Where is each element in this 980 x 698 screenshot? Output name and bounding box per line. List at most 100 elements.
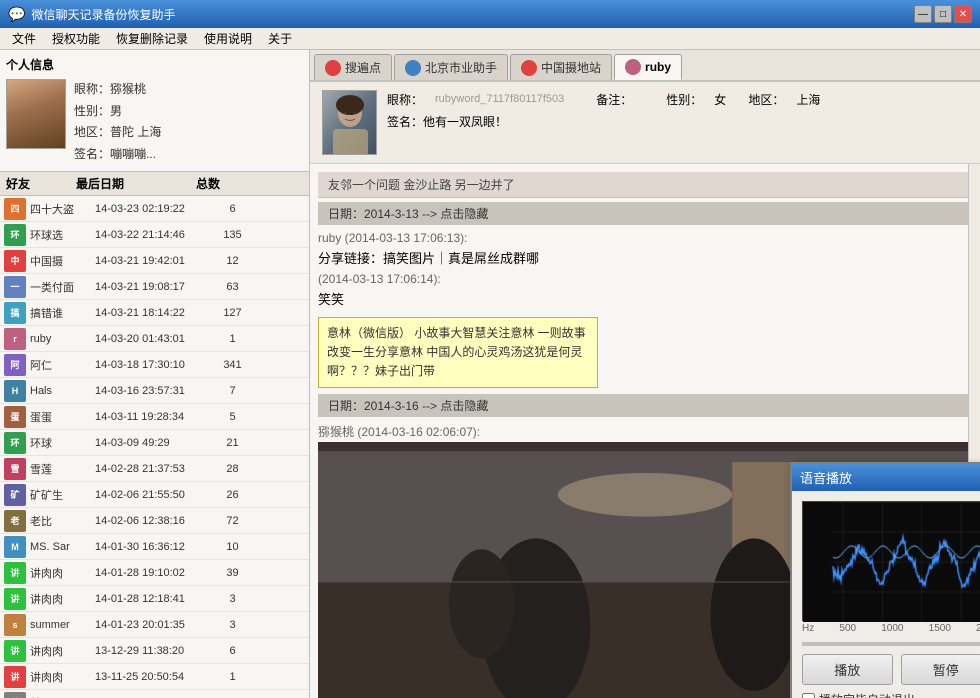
message-content-1: 分享链接：搞笑图片｜真是屌丝成群哪 xyxy=(318,247,972,272)
menu-help[interactable]: 使用说明 xyxy=(196,28,260,49)
maximize-button[interactable]: □ xyxy=(934,5,952,23)
tab-0[interactable]: 搜遍点 xyxy=(314,54,392,80)
friend-avatar: 环 xyxy=(4,224,26,246)
friend-avatar: 讲 xyxy=(4,640,26,662)
friend-row[interactable]: 讲讲肉肉13-12-29 11:38:206 xyxy=(0,638,309,664)
menu-bar: 文件 授权功能 恢复删除记录 使用说明 关于 xyxy=(0,28,980,50)
friend-name: MS. Sar xyxy=(30,541,95,553)
friend-row[interactable]: 阿阿仁14-03-18 17:30:10341 xyxy=(0,352,309,378)
friend-row[interactable]: 讲讲肉肉13-11-25 20:50:541 xyxy=(0,664,309,690)
contact-details: 眼称：rubyword_7117f80117f503 备注： 性别：女 地区：上… xyxy=(387,90,968,133)
friend-row[interactable]: ssummer14-01-23 20:01:353 xyxy=(0,612,309,638)
close-button[interactable]: ✕ xyxy=(954,5,972,23)
friend-count: 341 xyxy=(215,359,250,371)
friend-row[interactable]: 中中国摄14-03-21 19:42:0112 xyxy=(0,248,309,274)
spectrum-chart: dB 80 40 xyxy=(802,501,980,621)
pause-button[interactable]: 暂停 xyxy=(901,654,980,685)
audio-slider[interactable] xyxy=(802,642,980,646)
friend-date: 14-02-28 21:37:53 xyxy=(95,463,215,475)
profile-avatar xyxy=(6,79,66,149)
friend-count: 10 xyxy=(215,541,250,553)
friend-row[interactable]: 某某人0 xyxy=(0,690,309,698)
friend-name: 搞错谁 xyxy=(30,305,95,321)
friend-avatar: M xyxy=(4,536,26,558)
message-sender-1b: (2014-03-13 17:06:14): xyxy=(318,272,972,286)
friend-avatar: 阿 xyxy=(4,354,26,376)
friends-list: 四四十大盗14-03-23 02:19:226环环球选14-03-22 21:1… xyxy=(0,196,309,698)
tab-label-2: 中国摄地站 xyxy=(541,59,601,76)
friend-row[interactable]: 四四十大盗14-03-23 02:19:226 xyxy=(0,196,309,222)
contact-nickname: rubyword_7117f80117f503 xyxy=(435,90,564,112)
auto-close-label: 播放完毕自动退出 xyxy=(819,691,915,698)
menu-restore[interactable]: 恢复删除记录 xyxy=(108,28,196,49)
minimize-button[interactable]: — xyxy=(914,5,932,23)
tab-3[interactable]: ruby xyxy=(614,54,682,80)
friend-row[interactable]: 搞搞错谁14-03-21 18:14:22127 xyxy=(0,300,309,326)
right-content: 眼称：rubyword_7117f80117f503 备注： 性别：女 地区：上… xyxy=(310,82,980,698)
friend-date: 14-01-30 16:36:12 xyxy=(95,541,215,553)
friend-row[interactable]: 环环球选14-03-22 21:14:46135 xyxy=(0,222,309,248)
friend-date: 14-03-18 17:30:10 xyxy=(95,359,215,371)
friend-row[interactable]: 讲讲肉肉14-01-28 19:10:0239 xyxy=(0,560,309,586)
tooltip-box: 意林（微信版） 小故事大智慧关注意林 一则故事改变一生分享意林 中国人的心灵鸡汤… xyxy=(318,317,598,389)
friend-row[interactable]: 老老比14-02-06 12:38:1672 xyxy=(0,508,309,534)
menu-about[interactable]: 关于 xyxy=(260,28,300,49)
friend-name: 讲肉肉 xyxy=(30,643,95,659)
friend-avatar: 讲 xyxy=(4,588,26,610)
menu-file[interactable]: 文件 xyxy=(4,28,44,49)
friend-name: 讲肉肉 xyxy=(30,591,95,607)
friend-avatar: 搞 xyxy=(4,302,26,324)
right-panel: 搜遍点 北京市业助手 中国摄地站 ruby xyxy=(310,50,980,698)
friend-count: 3 xyxy=(215,619,250,631)
friend-name: 蛋蛋 xyxy=(30,409,95,425)
friend-name: 环球 xyxy=(30,435,95,451)
left-panel: 个人信息 眼称：猕猴桃 性别：男 地区：普陀 上海 签名：嘣嘣嘣... 好友 最… xyxy=(0,50,310,698)
tab-icon-2 xyxy=(521,60,537,76)
friend-name: 环球选 xyxy=(30,227,95,243)
tab-2[interactable]: 中国摄地站 xyxy=(510,54,612,80)
play-button[interactable]: 播放 xyxy=(802,654,893,685)
friend-row[interactable]: 环环球14-03-09 49:2921 xyxy=(0,430,309,456)
friend-row[interactable]: HHals14-03-16 23:57:317 xyxy=(0,378,309,404)
friend-row[interactable]: M MS. Sar14-01-30 16:36:1210 xyxy=(0,534,309,560)
tabs-bar: 搜遍点 北京市业助手 中国摄地站 ruby xyxy=(310,50,980,82)
friend-name: ruby xyxy=(30,333,95,345)
menu-auth[interactable]: 授权功能 xyxy=(44,28,108,49)
friend-row[interactable]: 蛋蛋蛋14-03-11 19:28:345 xyxy=(0,404,309,430)
friend-name: 中国摄 xyxy=(30,253,95,269)
friend-row[interactable]: 一一类付面14-03-21 19:08:1763 xyxy=(0,274,309,300)
friends-section: 好友 最后日期 总数 四四十大盗14-03-23 02:19:226环环球选14… xyxy=(0,172,309,698)
friend-count: 3 xyxy=(215,593,250,605)
friend-date: 14-03-22 21:14:46 xyxy=(95,229,215,241)
date-separator-1[interactable]: 日期：2014-3-13 --> 点击隐藏 xyxy=(318,202,972,225)
friend-count: 5 xyxy=(215,411,250,423)
friend-name: 矿矿生 xyxy=(30,487,95,503)
friend-link-bar: 友邻一个问题 金沙止路 另一边并了 xyxy=(318,172,972,198)
app-title: 微信聊天记录备份恢复助手 xyxy=(31,6,914,23)
friend-date: 14-01-28 19:10:02 xyxy=(95,567,215,579)
main-container: 个人信息 眼称：猕猴桃 性别：男 地区：普陀 上海 签名：嘣嘣嘣... 好友 最… xyxy=(0,50,980,698)
audio-player-dialog: 语音播放 ✕ dB 80 40 xyxy=(790,462,980,698)
friend-date: 14-03-21 18:14:22 xyxy=(95,307,215,319)
friend-count: 63 xyxy=(215,281,250,293)
friend-avatar: 蛋 xyxy=(4,406,26,428)
tab-label-1: 北京市业助手 xyxy=(425,59,497,76)
auto-close-checkbox-row: 播放完毕自动退出 xyxy=(802,691,980,698)
friend-row[interactable]: 雪雪莲14-02-28 21:37:5328 xyxy=(0,456,309,482)
tab-icon-1 xyxy=(405,60,421,76)
date-separator-2[interactable]: 日期：2014-3-16 --> 点击隐藏 xyxy=(318,394,972,417)
message-subcontent-1: 笑笑 xyxy=(318,288,972,313)
auto-close-checkbox[interactable] xyxy=(802,693,815,698)
friend-date: 14-03-21 19:08:17 xyxy=(95,281,215,293)
friend-row[interactable]: 讲讲肉肉14-01-28 12:18:413 xyxy=(0,586,309,612)
friends-list-header: 好友 最后日期 总数 xyxy=(0,172,309,196)
friend-row[interactable]: 矿矿矿生14-02-06 21:55:5026 xyxy=(0,482,309,508)
friend-name: Hals xyxy=(30,385,95,397)
friend-count: 39 xyxy=(215,567,250,579)
friend-count: 135 xyxy=(215,229,250,241)
friend-count: 7 xyxy=(215,385,250,397)
tab-1[interactable]: 北京市业助手 xyxy=(394,54,508,80)
friend-row[interactable]: rruby14-03-20 01:43:011 xyxy=(0,326,309,352)
audio-slider-row xyxy=(802,642,980,646)
friend-name: 老比 xyxy=(30,513,95,529)
